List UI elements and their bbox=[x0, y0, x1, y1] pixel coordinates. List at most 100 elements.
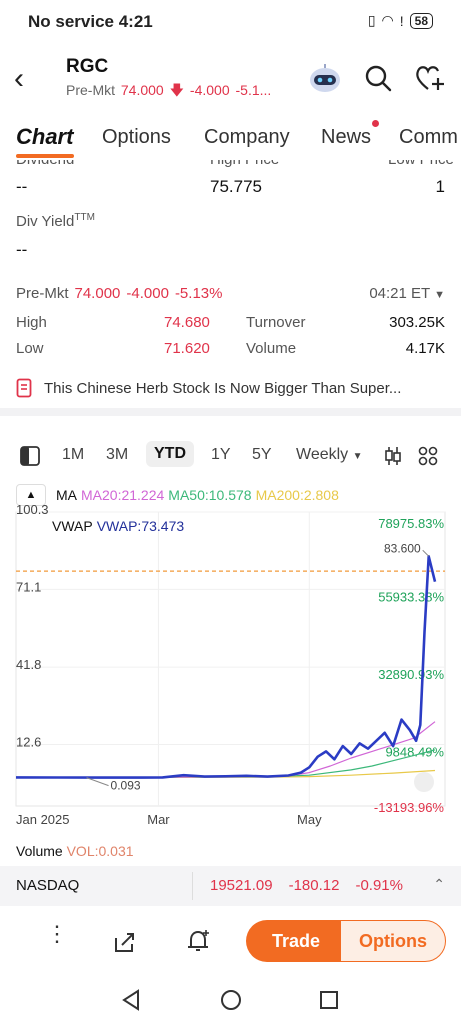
nav-home-icon[interactable] bbox=[219, 988, 243, 1012]
div-yield-sup: TTM bbox=[74, 212, 95, 223]
series-line-ma20 bbox=[16, 721, 436, 778]
tab-news[interactable]: News bbox=[321, 126, 371, 149]
tab-community[interactable]: Comm bbox=[399, 126, 458, 149]
chart-toolbar: 1M 3M YTD 1Y 5Y Weekly ▼ bbox=[0, 438, 461, 474]
volume-label: Volume bbox=[246, 340, 297, 357]
premkt-row-pct: -5.13% bbox=[174, 285, 223, 302]
index-price: 19521.09 bbox=[210, 877, 273, 894]
right-pct-tick-label: 32890.93% bbox=[378, 667, 444, 682]
dropdown-caret-icon: ▼ bbox=[434, 289, 445, 301]
right-pct-tick-label: 78975.83% bbox=[378, 516, 444, 531]
y-tick-label: 12.6 bbox=[16, 734, 41, 749]
range-ytd[interactable]: YTD bbox=[146, 441, 194, 467]
trade-button[interactable]: Trade bbox=[246, 920, 346, 962]
series-line-ma50 bbox=[16, 749, 436, 778]
nav-recents-icon[interactable] bbox=[318, 989, 340, 1011]
interval-label: Weekly bbox=[296, 446, 349, 463]
low-value: 71.620 bbox=[164, 340, 210, 357]
div-yield-value: -- bbox=[16, 240, 28, 259]
index-name: NASDAQ bbox=[16, 877, 80, 894]
low-annotation-label: 0.093 bbox=[111, 779, 141, 793]
add-watchlist-heart-icon[interactable] bbox=[414, 63, 446, 93]
volume-value: 4.17K bbox=[405, 340, 445, 357]
premkt-row-label: Pre-Mkt bbox=[16, 285, 69, 302]
news-headline-link[interactable]: This Chinese Herb Stock Is Now Bigger Th… bbox=[16, 378, 401, 398]
high-price-value: 75.775 bbox=[210, 177, 262, 196]
high-annotation-label: 83.600 bbox=[384, 541, 421, 555]
share-icon[interactable] bbox=[113, 930, 137, 954]
search-icon[interactable] bbox=[364, 64, 392, 92]
div-yield-label: Div YieldTTM bbox=[16, 212, 95, 230]
section-tabs: Chart Options Company News Comm bbox=[0, 116, 461, 160]
dividend-value: -- bbox=[16, 177, 28, 196]
dividend-label: Dividend bbox=[16, 160, 74, 168]
div-yield-text: Div Yield bbox=[16, 213, 75, 230]
options-button[interactable]: Options bbox=[340, 920, 446, 962]
robot-assistant-icon[interactable] bbox=[305, 60, 345, 96]
low-price-label: Low Price bbox=[388, 160, 454, 168]
low-label: Low bbox=[16, 340, 44, 357]
index-ticker-bar[interactable]: NASDAQ 19521.09 -180.12 -0.91% ⌃ bbox=[0, 866, 461, 906]
expand-chevron-icon[interactable]: ⌃ bbox=[433, 876, 445, 893]
tab-chart[interactable]: Chart bbox=[16, 124, 73, 150]
volume-indicator-value: VOL:0.031 bbox=[66, 843, 134, 859]
high-label: High bbox=[16, 314, 47, 331]
grid-layout-icon[interactable] bbox=[418, 446, 438, 466]
premkt-time-text: 04:21 ET bbox=[369, 285, 430, 302]
news-headline-text: This Chinese Herb Stock Is Now Bigger Th… bbox=[44, 379, 402, 397]
x-tick-label: Mar bbox=[147, 812, 170, 827]
alert-icon: ! bbox=[399, 12, 404, 29]
premkt-row-price: 74.000 bbox=[74, 285, 121, 302]
right-pct-tick-label: -13193.96% bbox=[374, 800, 445, 815]
y-tick-label: 41.8 bbox=[16, 657, 41, 672]
clipped-labels-row: Dividend High Price Low Price bbox=[0, 160, 461, 168]
chart-zoom-icon bbox=[414, 772, 434, 792]
range-5y[interactable]: 5Y bbox=[252, 446, 272, 464]
nav-back-icon[interactable] bbox=[120, 988, 142, 1012]
high-annotation-leader bbox=[422, 549, 430, 557]
range-1m[interactable]: 1M bbox=[62, 446, 84, 464]
tab-company[interactable]: Company bbox=[204, 126, 290, 149]
high-price-label: High Price bbox=[210, 160, 279, 168]
premkt-row: Pre-Mkt 74.000 -4.000 -5.13% bbox=[16, 285, 222, 302]
active-tab-indicator bbox=[16, 154, 74, 158]
wifi-icon: ◠ bbox=[381, 12, 394, 28]
premkt-row-change: -4.000 bbox=[126, 285, 169, 302]
x-tick-label: Jan 2025 bbox=[16, 812, 70, 827]
news-unread-dot bbox=[372, 120, 379, 127]
index-divider bbox=[192, 872, 193, 900]
premkt-label: Pre-Mkt bbox=[66, 82, 115, 98]
volume-indicator-label: Volume bbox=[16, 843, 63, 859]
tab-options[interactable]: Options bbox=[102, 126, 171, 149]
panel-toggle-icon[interactable] bbox=[20, 446, 40, 466]
battery-icon: 58 bbox=[409, 12, 433, 29]
range-1y[interactable]: 1Y bbox=[211, 446, 231, 464]
volume-indicator-row: Volume VOL:0.031 bbox=[16, 843, 134, 859]
premkt-price: 74.000 bbox=[120, 82, 164, 98]
vwap-value: VWAP:73.473 bbox=[96, 518, 185, 534]
premkt-summary: Pre-Mkt 74.000 🡇 -4.000 -5.1... bbox=[66, 80, 273, 104]
x-tick-label: May bbox=[297, 812, 322, 827]
more-options-icon[interactable]: ⋮ bbox=[46, 923, 68, 945]
index-pct: -0.91% bbox=[355, 877, 403, 894]
premkt-time[interactable]: 04:21 ET ▼ bbox=[369, 285, 445, 302]
range-3m[interactable]: 3M bbox=[106, 446, 128, 464]
price-alert-bell-icon[interactable] bbox=[186, 928, 212, 954]
system-nav-bar bbox=[0, 978, 461, 1024]
back-arrow-icon[interactable]: ‹ bbox=[14, 62, 24, 96]
news-doc-icon bbox=[16, 378, 32, 398]
interval-caret-icon: ▼ bbox=[352, 451, 363, 462]
y-tick-label: 100.3 bbox=[16, 502, 49, 517]
high-value: 74.680 bbox=[164, 314, 210, 331]
vibrate-icon: ▯ bbox=[367, 12, 376, 28]
premkt-change: -4.000 bbox=[189, 82, 230, 98]
candlestick-icon[interactable] bbox=[383, 446, 403, 466]
low-price-value: 1 bbox=[435, 177, 445, 196]
stock-header: ‹ RGC Pre-Mkt 74.000 🡇 -4.000 -5.1... bbox=[0, 44, 461, 114]
chart-frame bbox=[15, 511, 446, 807]
bottom-action-bar: ⋮ Trade Options bbox=[0, 910, 461, 974]
right-pct-tick-label: 55933.38% bbox=[378, 589, 444, 604]
interval-select[interactable]: Weekly ▼ bbox=[296, 446, 363, 464]
price-chart[interactable]: 100.3 71.1 41.8 12.6 78975.83% 55933.38% 32890… bbox=[0, 476, 461, 836]
status-bar: No service 4:21 ▯ ◠ ! 58 bbox=[0, 0, 461, 44]
